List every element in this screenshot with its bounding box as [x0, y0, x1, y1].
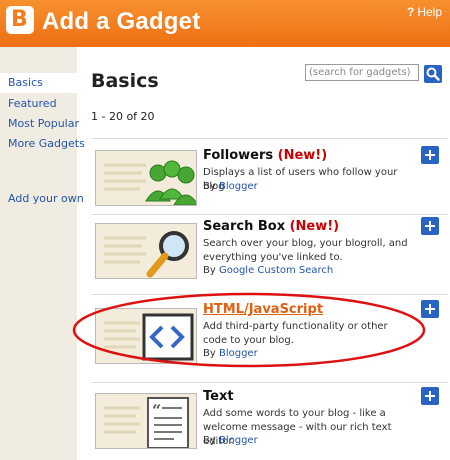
sidebar: Basics Featured Most Popular More Gadget… — [0, 47, 85, 460]
page-header-title: Add a Gadget — [42, 8, 201, 35]
text-page-icon: “ — [96, 394, 196, 448]
gadget-byline: By Google Custom Search — [203, 265, 333, 276]
gadget-author-link[interactable]: Blogger — [219, 181, 258, 192]
gadget-title-text: Followers — [203, 148, 274, 163]
gadget-item-followers: Followers (New!) Displays a list of user… — [91, 146, 447, 230]
divider — [91, 382, 447, 383]
search-button[interactable] — [424, 65, 442, 83]
help-icon: ? — [406, 5, 415, 19]
search-icon — [426, 67, 440, 81]
byline-label: By — [203, 435, 216, 446]
new-badge: (New!) — [289, 219, 340, 234]
gadget-description: Search over your blog, your blogroll, an… — [203, 238, 408, 263]
followers-icon — [96, 151, 196, 205]
gadget-title-text: Search Box — [203, 219, 286, 234]
gadget-title[interactable]: Text — [203, 389, 234, 404]
gadget-thumbnail — [95, 223, 197, 279]
magnifier-icon — [96, 224, 196, 278]
sidebar-item-most-popular[interactable]: Most Popular — [8, 117, 79, 130]
highlight-circle-annotation — [72, 292, 426, 368]
sidebar-item-featured[interactable]: Featured — [8, 97, 57, 110]
gadget-byline: By Blogger — [203, 181, 258, 192]
add-gadget-button[interactable] — [421, 146, 439, 164]
byline-label: By — [203, 181, 216, 192]
byline-label: By — [203, 265, 216, 276]
gadget-author-link[interactable]: Google Custom Search — [219, 265, 333, 276]
help-link[interactable]: ? Help — [407, 5, 442, 19]
add-gadget-button[interactable] — [421, 217, 439, 235]
gadget-item-text: “ Text Add some words to your blog - lik… — [91, 387, 447, 460]
header-bar: B Add a Gadget ? Help — [0, 0, 450, 47]
logo-letter: B — [11, 7, 28, 32]
gadget-thumbnail: “ — [95, 393, 197, 449]
sidebar-item-more-gadgets[interactable]: More Gadgets — [8, 137, 85, 150]
gadget-title[interactable]: Search Box (New!) — [203, 219, 339, 234]
divider — [91, 214, 447, 215]
sidebar-item-basics[interactable]: Basics — [0, 73, 77, 93]
gadget-author-link[interactable]: Blogger — [219, 435, 258, 446]
result-count: 1 - 20 of 20 — [91, 110, 155, 123]
search-input[interactable] — [305, 64, 419, 81]
gadget-thumbnail — [95, 150, 197, 206]
blogger-logo-icon: B — [6, 6, 34, 34]
gadget-title[interactable]: Followers (New!) — [203, 148, 327, 163]
gadget-byline: By Blogger — [203, 435, 258, 446]
sidebar-item-add-your-own[interactable]: Add your own — [8, 192, 84, 205]
gadget-item-search-box: Search Box (New!) Search over your blog,… — [91, 217, 447, 301]
add-gadget-button[interactable] — [421, 387, 439, 405]
help-label: Help — [417, 5, 442, 19]
section-title: Basics — [91, 70, 159, 92]
new-badge: (New!) — [277, 148, 328, 163]
divider — [91, 138, 447, 139]
